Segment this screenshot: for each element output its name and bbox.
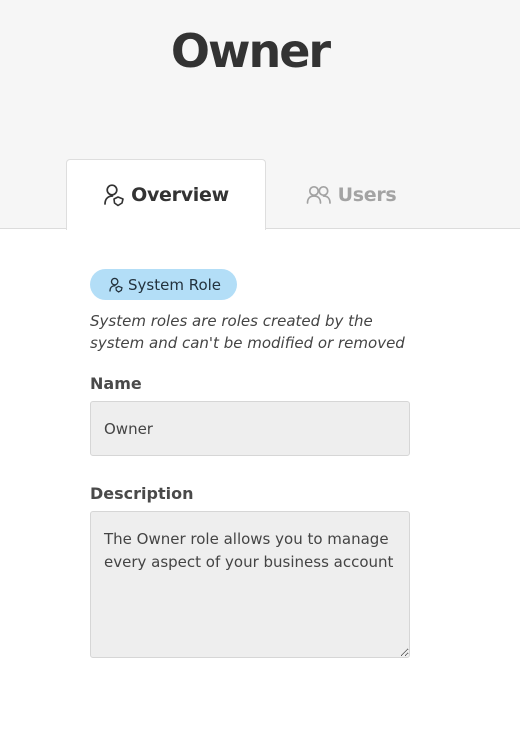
tab-overview-label: Overview xyxy=(131,184,229,206)
description-label: Description xyxy=(90,484,194,503)
system-role-note: System roles are roles created by the sy… xyxy=(90,312,405,352)
user-shield-icon xyxy=(103,183,125,207)
tab-users-label: Users xyxy=(337,183,397,206)
page-header: Owner Overview Users xyxy=(0,0,520,230)
tab-overview[interactable]: Overview xyxy=(66,159,266,230)
page-title: Owner xyxy=(170,24,331,78)
users-icon xyxy=(306,185,332,205)
name-field[interactable] xyxy=(90,401,410,456)
user-shield-icon xyxy=(108,277,124,293)
system-role-badge: System Role xyxy=(90,269,238,300)
name-label: Name xyxy=(90,374,142,393)
system-role-badge-label: System Role xyxy=(128,275,222,294)
tab-users[interactable]: Users xyxy=(266,159,436,230)
description-field[interactable]: The Owner role allows you to manage ever… xyxy=(90,511,410,658)
